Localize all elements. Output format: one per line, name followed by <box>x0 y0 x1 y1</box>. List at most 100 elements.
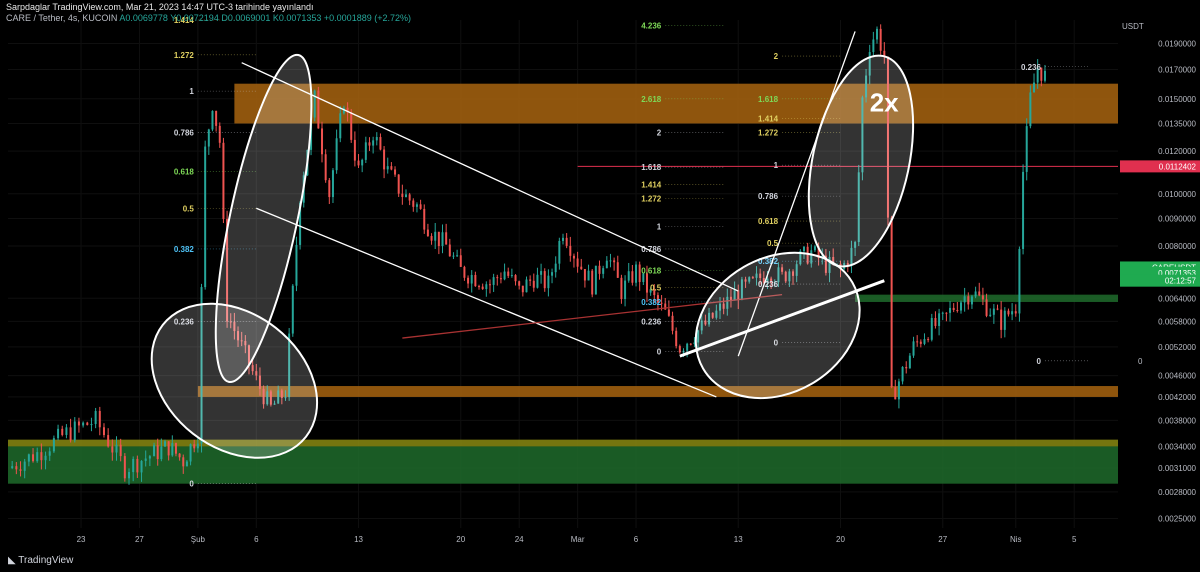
candle-body <box>408 194 411 201</box>
candle-body <box>1025 126 1028 172</box>
candle-body <box>941 312 944 314</box>
candle-body <box>132 458 135 473</box>
candle-body <box>185 461 188 467</box>
candle-body <box>390 166 393 170</box>
candle-body <box>1011 311 1014 315</box>
candle-body <box>452 255 455 257</box>
brand-label: TradingView <box>18 555 74 566</box>
candle-body <box>930 317 933 340</box>
candle-body <box>361 159 364 166</box>
y-tick-label: 0.0100000 <box>1158 190 1196 199</box>
y-tick-label: 0.0052000 <box>1158 343 1196 352</box>
candle-body <box>61 428 64 435</box>
candle-body <box>445 232 448 245</box>
candle-body <box>335 138 338 171</box>
candle-body <box>211 110 214 130</box>
candle-body <box>193 444 196 449</box>
candle-body <box>576 258 579 267</box>
x-tick-label: 27 <box>135 535 144 544</box>
candle-body <box>540 271 543 275</box>
candle-body <box>128 472 131 479</box>
x-tick-label: 5 <box>1072 535 1077 544</box>
candle-body <box>992 308 995 315</box>
candle-body <box>291 285 294 334</box>
fib-label: 2 <box>657 128 662 137</box>
candle-body <box>583 269 586 281</box>
candle-body <box>328 180 331 198</box>
candle-body <box>802 246 805 252</box>
price-tag-label[interactable]: 0.0112402 <box>1159 162 1197 171</box>
candle-body <box>467 277 470 284</box>
candle-body <box>813 246 816 251</box>
y-tick-label: 0.0190000 <box>1158 39 1196 48</box>
x-tick-label: Mar <box>571 535 585 544</box>
candle-body <box>456 255 459 257</box>
y-tick-label: 0.0058000 <box>1158 317 1196 326</box>
candle-body <box>434 231 437 241</box>
candle-body <box>624 280 627 300</box>
fib-label: 0.618 <box>641 267 662 276</box>
candle-body <box>912 341 915 356</box>
candle-body <box>397 174 400 194</box>
candle-body <box>981 295 984 300</box>
candle-body <box>215 110 218 126</box>
candle-body <box>616 262 619 278</box>
candle-body <box>107 435 110 447</box>
candle-body <box>102 427 105 436</box>
fib-label: 1.272 <box>641 194 662 203</box>
fib-label: 2 <box>774 52 779 61</box>
candle-body <box>978 291 981 296</box>
candle-body <box>974 291 977 297</box>
candle-body <box>459 255 462 267</box>
candle-body <box>949 307 952 313</box>
symbol-label[interactable]: CARE / Tether, 4s, KUCOIN <box>6 13 117 23</box>
symbol-info: CARE / Tether, 4s, KUCOIN A0.0069778 Y0.… <box>6 13 411 23</box>
ellipse-breakout[interactable] <box>791 46 930 276</box>
candle-body <box>481 286 484 290</box>
candle-body <box>890 217 893 388</box>
fib-label: 0.618 <box>758 217 779 226</box>
fib-label: 0.618 <box>174 167 195 176</box>
candle-body <box>478 286 481 288</box>
candle-body <box>963 296 966 303</box>
price-chart[interactable]: 1.414 1.272 1 0.786 0.618 0.5 0.382 0.236 0 4.236… <box>0 0 1200 550</box>
candle-body <box>178 453 181 458</box>
candle-body <box>167 441 170 456</box>
axis-unit-label: USDT <box>1122 22 1144 31</box>
candle-body <box>613 260 616 263</box>
candle-body <box>11 466 14 469</box>
candle-body <box>357 160 360 166</box>
candle-body <box>1018 248 1021 314</box>
candle-body <box>485 284 488 290</box>
zone-support-yellow <box>8 439 1118 447</box>
candle-body <box>140 460 143 473</box>
candle-body <box>562 237 564 241</box>
candle-body <box>123 456 126 479</box>
candle-body <box>572 255 575 259</box>
candle-body <box>934 317 937 326</box>
y-tick-label: 0.0028000 <box>1158 488 1196 497</box>
candle-body <box>996 308 999 310</box>
candle-body <box>645 273 648 293</box>
candle-body <box>635 264 638 283</box>
time-axis[interactable]: 23 27 Şub 6 13 20 24 Mar 6 13 20 27 Nis 5 <box>77 535 1077 544</box>
candle-body <box>598 265 601 274</box>
candle-body <box>496 277 499 279</box>
price-axis[interactable]: USDT 0.0190000 0.0170000 0.0150000 0.0135000… <box>1118 0 1200 550</box>
candle-body <box>463 266 466 278</box>
candle-body <box>295 244 298 286</box>
candle-body <box>404 194 407 198</box>
publish-info: Sarpdaglar TradingView.com, Mar 21, 2023… <box>6 2 314 12</box>
candle-body <box>148 456 151 459</box>
candle-body <box>521 285 524 293</box>
candle-body <box>879 28 882 51</box>
candle-body <box>558 240 561 264</box>
candle-body <box>144 458 147 461</box>
candle-body <box>905 366 908 369</box>
candle-body <box>876 28 879 40</box>
candle-body <box>587 270 590 281</box>
price-tag-label[interactable]: 02:12:57 <box>1165 277 1197 286</box>
candle-body <box>419 204 422 209</box>
tradingview-logo[interactable]: ◣ TradingView <box>8 555 73 566</box>
fib-label: 0 <box>657 347 662 356</box>
